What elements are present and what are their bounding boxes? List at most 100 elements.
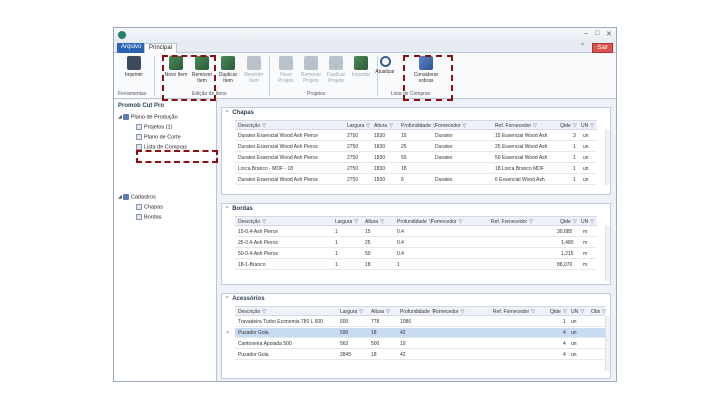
vertical-scrollbar[interactable] — [605, 316, 610, 371]
close-button[interactable]: ✕ — [606, 30, 612, 38]
table-row[interactable]: Duratex Essencial Wood Ash Pierce 2750 1… — [235, 175, 597, 185]
chapas-header[interactable]: ⌃ Chapas — [222, 108, 610, 118]
tree-item-projects[interactable]: Projetos (1) — [136, 124, 172, 130]
new-item-button[interactable]: Novo Item — [162, 56, 190, 78]
list-icon — [136, 144, 142, 150]
filter-icon[interactable]: ▽ — [563, 309, 567, 315]
column-header[interactable]: Largura ▽ — [347, 123, 370, 129]
filter-icon[interactable]: ▽ — [602, 309, 606, 315]
column-header[interactable]: UN ▽ — [581, 219, 594, 225]
filter-icon[interactable]: ▽ — [380, 219, 384, 225]
remove-item-button[interactable]: Remover Item — [188, 56, 216, 84]
print-button[interactable]: Imprimir — [120, 56, 148, 78]
column-header[interactable]: Altura ▽ — [371, 309, 390, 315]
filter-icon[interactable]: ▽ — [459, 219, 463, 225]
filter-icon[interactable]: ▽ — [262, 309, 266, 315]
column-header[interactable]: UN ▽ — [571, 309, 584, 315]
tree-item-registers[interactable]: ◢ Cadastros — [118, 194, 156, 200]
tree-item-production-plan[interactable]: ◢ Plano de Produção — [118, 114, 178, 120]
new-project-button[interactable]: Novo Projeto — [272, 56, 300, 84]
filter-icon[interactable]: ▽ — [533, 123, 537, 129]
table-row[interactable]: 15-0.4-Ash Pierce 1 15 0.4 30,885 m — [235, 227, 597, 237]
collapse-ribbon-icon[interactable]: ^ — [581, 43, 584, 49]
filter-icon[interactable]: ▽ — [262, 123, 266, 129]
table-row[interactable]: Duratex Essencial Wood Ash Pierce 2750 1… — [235, 131, 597, 141]
collapse-chevron-icon[interactable]: ⌃ — [225, 110, 229, 116]
cell-width: 600 — [340, 319, 349, 325]
column-header[interactable]: Fornecedor ▽ — [433, 309, 464, 315]
vertical-scrollbar[interactable] — [605, 226, 610, 281]
column-header[interactable]: Qtde ▽ — [560, 123, 577, 129]
column-header[interactable]: Altura ▽ — [365, 219, 384, 225]
table-row[interactable]: 25-0.4-Ash Pierce 1 25 0.4 1,480 m — [235, 238, 597, 248]
cell-description: Puxador Gola — [238, 352, 269, 358]
table-row[interactable]: Cantoneira Apoiada 500 563 500 19 4 un — [235, 339, 605, 349]
column-header[interactable]: Fornecedor ▽ — [435, 123, 466, 129]
table-row[interactable]: 18-1-Branco 1 18 1 88,070 m — [235, 260, 597, 270]
column-header[interactable]: Descrição ▽ — [238, 123, 266, 129]
remove-project-button[interactable]: Remover Projeto — [297, 56, 325, 84]
column-header[interactable]: Ref. Fornecedor ▽ — [493, 309, 535, 315]
vertical-scrollbar[interactable] — [605, 130, 610, 185]
bordas-header[interactable]: ⌃ Bordas — [222, 204, 610, 214]
exit-button[interactable]: Sair — [592, 43, 613, 53]
menu-file-tab[interactable]: Arquivo — [117, 43, 146, 53]
menu-home-tab[interactable]: Principal — [144, 43, 178, 53]
expand-arrow-icon[interactable]: ◢ — [118, 114, 122, 120]
filter-icon[interactable]: ▽ — [366, 123, 370, 129]
column-header[interactable]: Largura ▽ — [340, 309, 363, 315]
column-header[interactable]: Qtde ▽ — [560, 219, 577, 225]
filter-icon[interactable]: ▽ — [590, 219, 594, 225]
column-header[interactable]: Profundidade ▽ — [400, 309, 436, 315]
tree-item-cut-plan[interactable]: Plano de Corte — [136, 134, 181, 140]
column-header[interactable]: UN ▽ — [581, 123, 594, 129]
filter-icon[interactable]: ▽ — [463, 123, 467, 129]
table-row-selected[interactable]: > Puxador Gola 590 18 42 4 un — [226, 328, 605, 338]
tree-item-shopping-list[interactable]: Lista de Compras — [136, 144, 187, 150]
column-header[interactable]: Obs ▽ — [591, 309, 606, 315]
column-header[interactable]: Qtde ▽ — [550, 309, 567, 315]
consider-leftovers-button[interactable]: Considerar sobras — [406, 56, 446, 84]
duplicate-item-button[interactable]: Duplicar Item — [214, 56, 242, 84]
maximize-button[interactable]: □ — [595, 30, 599, 37]
expand-arrow-icon[interactable]: ◢ — [118, 194, 122, 200]
table-row[interactable]: Duratex Essencial Wood Ash Pierce 2750 1… — [235, 153, 597, 163]
column-header[interactable]: Descrição ▽ — [238, 219, 266, 225]
duplicate-project-button[interactable]: Duplicar Projeto — [322, 56, 350, 84]
column-header[interactable]: Profundidade ▽ — [401, 123, 437, 129]
cell-unit: un — [571, 330, 577, 336]
column-header[interactable]: Ref. Fornecedor ▽ — [491, 219, 533, 225]
acessorios-header[interactable]: ⌃ Acessórios — [222, 294, 610, 304]
filter-icon[interactable]: ▽ — [529, 219, 533, 225]
column-header[interactable]: Profundidade ▽ — [397, 219, 433, 225]
filter-icon[interactable]: ▽ — [386, 309, 390, 315]
filter-icon[interactable]: ▽ — [262, 219, 266, 225]
filter-icon[interactable]: ▽ — [531, 309, 535, 315]
filter-icon[interactable]: ▽ — [580, 309, 584, 315]
cell-depth: 50 — [401, 155, 407, 161]
tree-item-edges[interactable]: Bordas — [136, 214, 161, 220]
table-row[interactable]: Puxador Gola 2845 18 42 4 un — [235, 350, 605, 360]
column-header[interactable]: Ref. Fornecedor ▽ — [495, 123, 537, 129]
column-header[interactable]: Largura ▽ — [335, 219, 358, 225]
collapse-chevron-icon[interactable]: ⌃ — [225, 206, 229, 212]
filter-icon[interactable]: ▽ — [461, 309, 465, 315]
table-row[interactable]: 50-0.4-Ash Pierce 1 50 0.4 1,215 m — [235, 249, 597, 259]
tree-item-sheets[interactable]: Chapas — [136, 204, 163, 210]
column-header[interactable]: Fornecedor ▽ — [431, 219, 462, 225]
table-row[interactable]: Travadeira Turbo Economia 780 L 600 600 … — [235, 317, 605, 327]
filter-icon[interactable]: ▽ — [573, 123, 577, 129]
minimize-button[interactable]: – — [584, 30, 588, 37]
filter-icon[interactable]: ▽ — [573, 219, 577, 225]
column-header[interactable]: Descrição ▽ — [238, 309, 266, 315]
filter-icon[interactable]: ▽ — [359, 309, 363, 315]
refresh-button[interactable]: Atualizar — [371, 56, 399, 75]
collapse-chevron-icon[interactable]: ⌃ — [225, 296, 229, 302]
filter-icon[interactable]: ▽ — [389, 123, 393, 129]
revert-item-button[interactable]: Reverter Item — [240, 56, 268, 84]
filter-icon[interactable]: ▽ — [590, 123, 594, 129]
table-row[interactable]: Lorca Branco - MDF - 18 2750 1830 18 18 … — [235, 164, 597, 174]
column-header[interactable]: Altura ▽ — [374, 123, 393, 129]
filter-icon[interactable]: ▽ — [354, 219, 358, 225]
table-row[interactable]: Duratex Essencial Wood Ash Pierce 2750 1… — [235, 142, 597, 152]
